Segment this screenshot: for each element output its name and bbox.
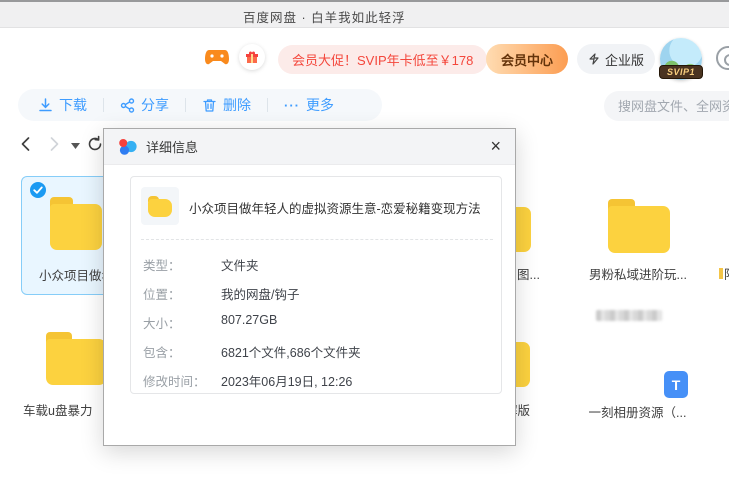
share-button[interactable]: 分享 bbox=[120, 95, 169, 115]
file-name-fragment: 图... bbox=[517, 264, 540, 283]
game-icon[interactable] bbox=[205, 47, 229, 68]
forward-icon[interactable] bbox=[46, 136, 62, 152]
dialog-header: 详细信息 × bbox=[104, 129, 515, 165]
promo-text: 会员大促！SVIP年卡低至￥178 bbox=[292, 50, 473, 69]
history-dropdown-icon[interactable] bbox=[71, 143, 80, 149]
dashed-divider bbox=[141, 239, 493, 240]
folder-icon bbox=[148, 196, 172, 217]
toolbar-divider bbox=[103, 98, 104, 112]
file-name: 车载u盘暴力 bbox=[23, 400, 92, 419]
share-icon bbox=[120, 98, 135, 113]
download-button[interactable]: 下载 bbox=[38, 95, 87, 115]
netdisk-logo-icon bbox=[118, 137, 138, 157]
window-title: 百度网盘 · 白羊我如此轻浮 bbox=[243, 7, 406, 26]
trash-icon bbox=[202, 98, 217, 113]
titlebar: 百度网盘 · 白羊我如此轻浮 bbox=[0, 0, 729, 28]
folder-icon[interactable] bbox=[46, 332, 106, 385]
detail-file-name: 小众项目做年轻人的虚拟资源生意-恋爱秘籍变现方法 bbox=[189, 198, 494, 217]
action-toolbar: 下载 分享 删除 ··· 更多 bbox=[18, 89, 382, 121]
more-button[interactable]: ··· 更多 bbox=[284, 95, 334, 115]
file-name: 一刻相册资源（... bbox=[575, 402, 700, 421]
toolbar-divider bbox=[267, 98, 268, 112]
file-name: 男粉私域进阶玩... bbox=[578, 264, 698, 283]
refresh-icon[interactable] bbox=[86, 135, 104, 153]
baidu-netdisk-window: 百度网盘 · 白羊我如此轻浮 会员大促！SVIP年卡低至￥178 会员中心 企业… bbox=[0, 0, 729, 480]
file-name-fragment: 阳 bbox=[719, 264, 729, 280]
headset-icon[interactable] bbox=[716, 46, 729, 70]
text-file-icon[interactable]: T bbox=[664, 371, 688, 398]
dialog-content-box: 小众项目做年轻人的虚拟资源生意-恋爱秘籍变现方法 类型： 文件夹 位置： 我的网… bbox=[130, 176, 502, 394]
member-center-button[interactable]: 会员中心 bbox=[486, 44, 568, 74]
dialog-title: 详细信息 bbox=[146, 137, 198, 156]
gift-icon[interactable] bbox=[239, 44, 265, 70]
blurred-text bbox=[596, 310, 662, 321]
enterprise-button[interactable]: 企业版 bbox=[577, 44, 655, 74]
details-dialog: 详细信息 × 小众项目做年轻人的虚拟资源生意-恋爱秘籍变现方法 类型： 文件夹 … bbox=[103, 128, 516, 446]
svip-badge: SVIP1 bbox=[659, 65, 703, 79]
folder-icon[interactable] bbox=[608, 199, 670, 253]
delete-button[interactable]: 删除 bbox=[202, 95, 251, 115]
download-icon bbox=[38, 98, 53, 113]
promo-banner[interactable]: 会员大促！SVIP年卡低至￥178 bbox=[278, 45, 487, 74]
toolbar-divider bbox=[185, 98, 186, 112]
file-thumbnail bbox=[141, 187, 179, 225]
close-icon[interactable]: × bbox=[490, 135, 501, 157]
back-icon[interactable] bbox=[18, 136, 34, 152]
search-input[interactable] bbox=[604, 91, 729, 121]
folder-icon bbox=[50, 197, 102, 250]
enterprise-icon bbox=[588, 53, 600, 65]
checkmark-icon[interactable] bbox=[30, 182, 46, 198]
more-icon: ··· bbox=[284, 98, 300, 113]
